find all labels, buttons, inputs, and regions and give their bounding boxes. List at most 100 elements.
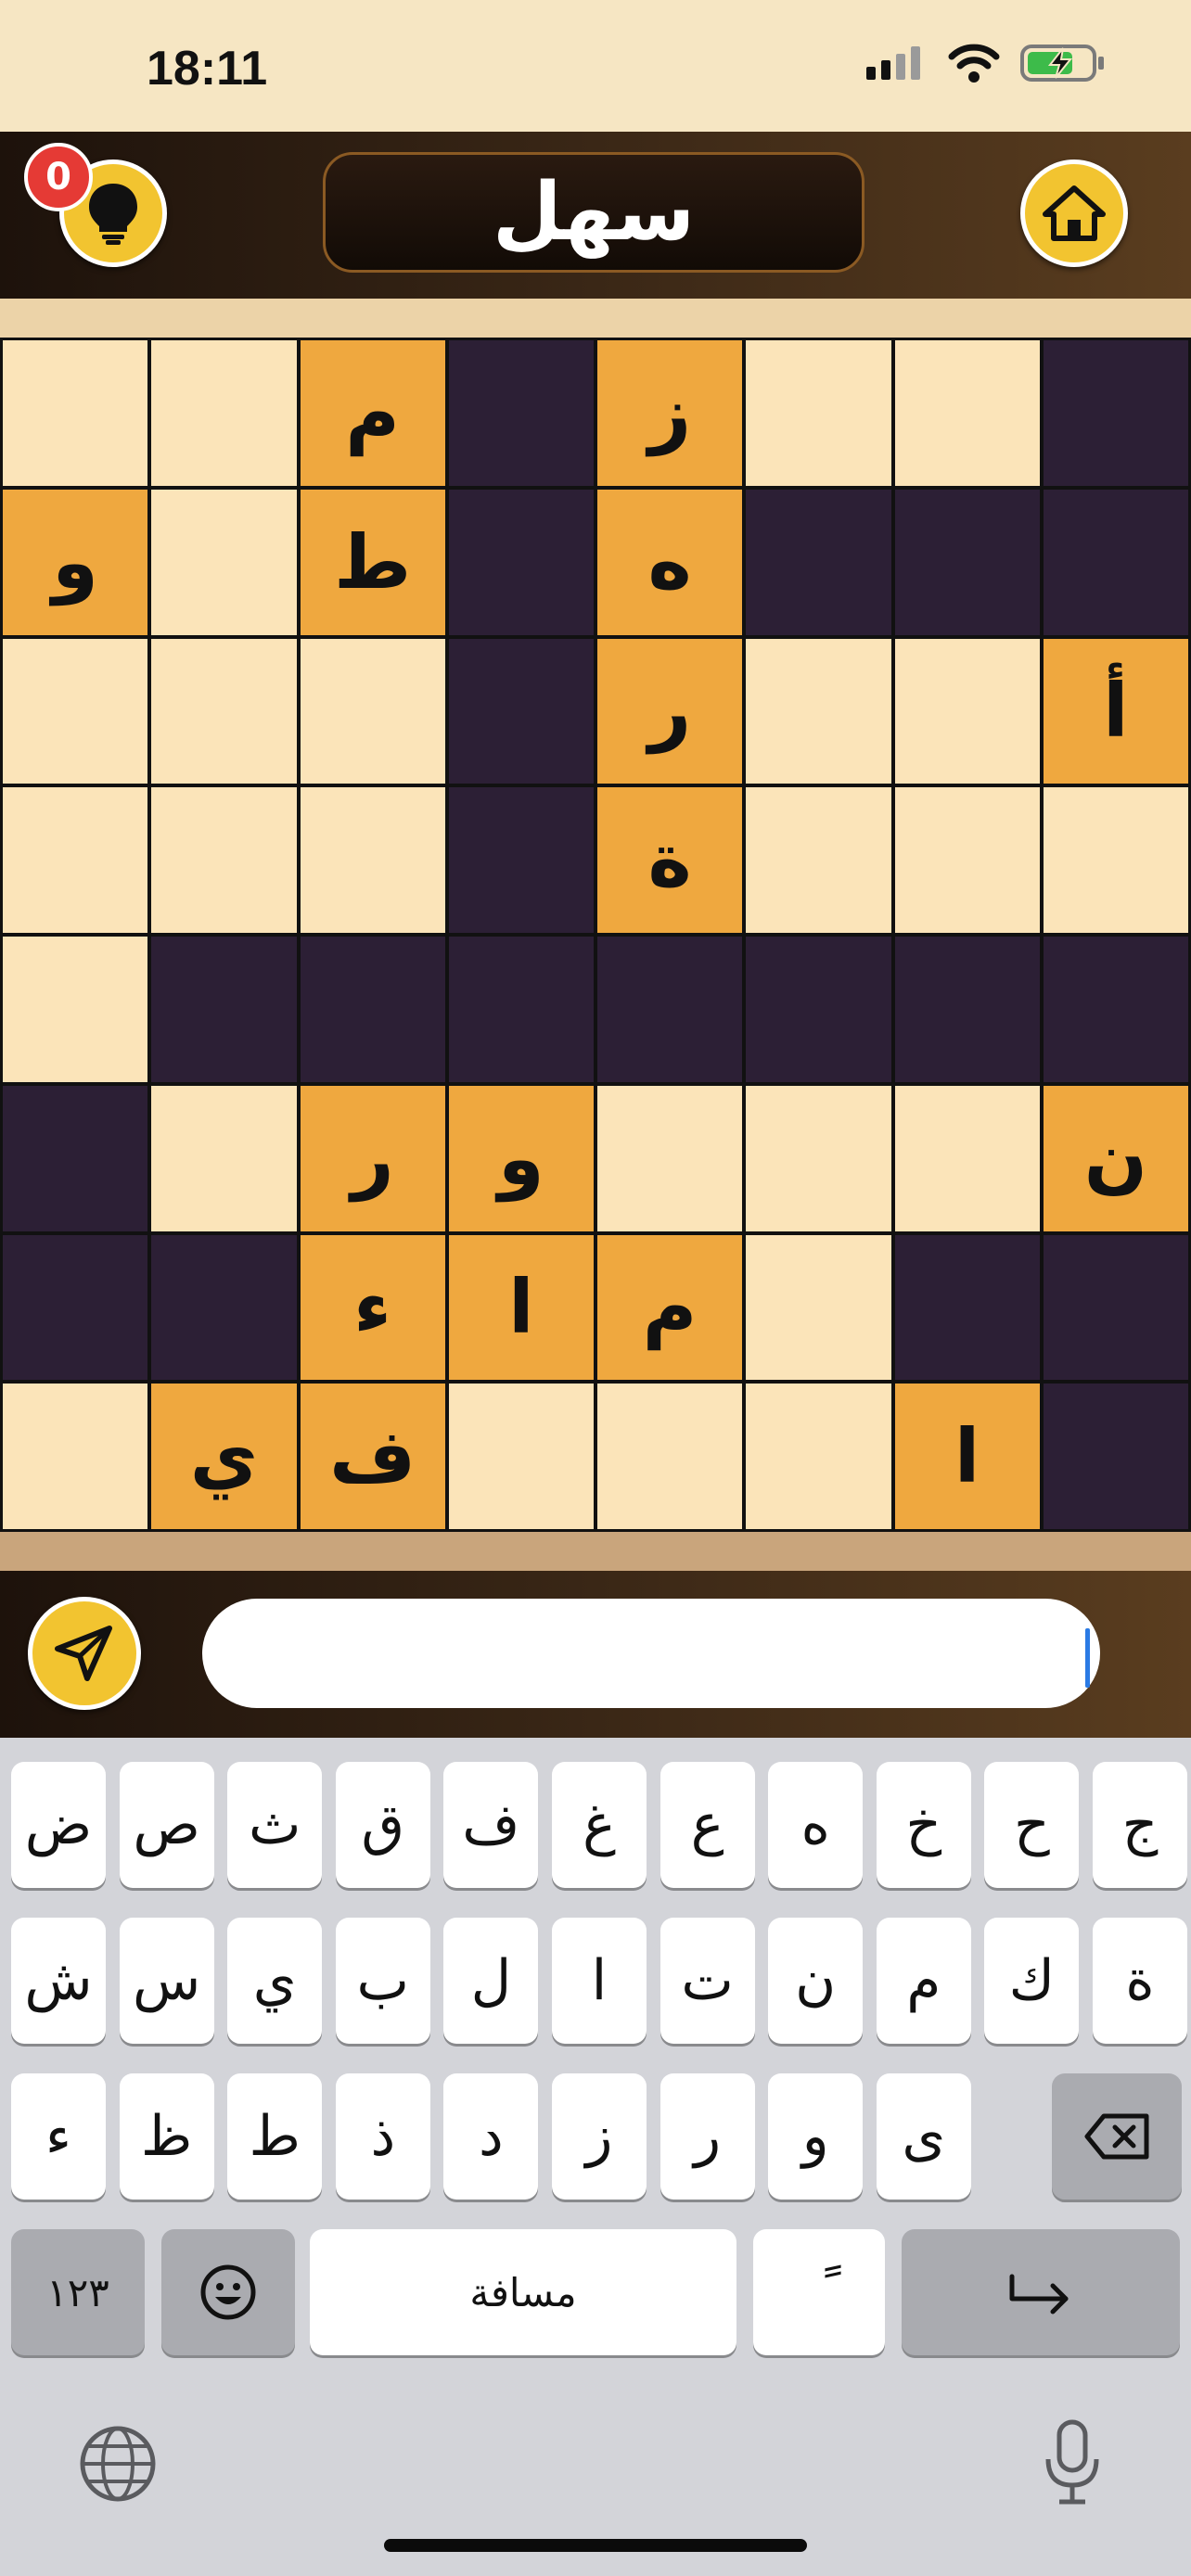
board-cell[interactable]: ا — [448, 1234, 594, 1381]
crossword-board[interactable]: مزوطهرأةرونءاميفا — [0, 338, 1191, 1532]
keyboard-key[interactable]: ا — [552, 1918, 647, 2044]
backspace-icon — [1084, 2113, 1149, 2160]
board-cell[interactable]: ف — [300, 1384, 445, 1529]
keyboard-key[interactable]: ي — [227, 1918, 323, 2044]
backspace-key[interactable] — [1052, 2073, 1182, 2200]
keyboard-row-2: شسيبلاتنمكة — [0, 1918, 1191, 2044]
board-cell[interactable] — [894, 1085, 1040, 1231]
send-button[interactable] — [28, 1597, 141, 1710]
keyboard-key[interactable]: م — [876, 1918, 971, 2044]
keyboard-key[interactable]: ى — [876, 2073, 971, 2200]
board-cell[interactable] — [1043, 787, 1188, 933]
diacritic-key[interactable]: ً — [753, 2229, 885, 2355]
keyboard-key[interactable]: س — [119, 1918, 214, 2044]
text-caret — [1085, 1628, 1090, 1688]
board-cell[interactable]: ر — [597, 638, 743, 784]
keyboard-key[interactable]: ك — [984, 1918, 1080, 2044]
board-cell[interactable]: ه — [597, 489, 743, 635]
space-key[interactable]: مسافة — [310, 2229, 736, 2355]
keyboard-key[interactable]: ح — [984, 1762, 1080, 1888]
board-cell — [746, 937, 891, 1082]
board-cell[interactable]: ة — [597, 787, 743, 933]
keyboard-key[interactable]: ت — [660, 1918, 755, 2044]
board-cell — [1043, 1234, 1188, 1381]
board-cell[interactable] — [746, 1085, 891, 1231]
board-cell[interactable] — [597, 1085, 743, 1231]
keyboard-key[interactable]: ذ — [335, 2073, 430, 2200]
board-cell[interactable] — [300, 787, 445, 933]
board-cell[interactable] — [151, 1085, 297, 1231]
keyboard-key[interactable]: ر — [660, 2073, 755, 2200]
microphone-icon[interactable] — [1043, 2418, 1102, 2507]
board-cell[interactable] — [746, 1384, 891, 1529]
board-cell[interactable]: ر — [300, 1085, 445, 1231]
board-cell[interactable]: و — [448, 1085, 594, 1231]
answer-input[interactable] — [202, 1599, 1100, 1708]
board-cell[interactable]: ا — [894, 1384, 1040, 1529]
numbers-key[interactable]: ١٢٣ — [11, 2229, 145, 2355]
send-icon — [55, 1626, 112, 1681]
return-key[interactable] — [902, 2229, 1180, 2355]
keyboard-key[interactable]: ل — [443, 1918, 539, 2044]
board-cell — [1043, 489, 1188, 635]
keyboard-key[interactable]: ش — [11, 1918, 106, 2044]
board-cell[interactable]: ز — [597, 340, 743, 486]
keyboard-key[interactable]: ه — [768, 1762, 864, 1888]
keyboard-key[interactable]: ء — [11, 2073, 106, 2200]
keyboard-key[interactable]: ة — [1093, 1918, 1187, 2044]
home-indicator — [384, 2539, 807, 2552]
board-cell[interactable]: و — [3, 489, 148, 635]
board-cell[interactable] — [746, 638, 891, 784]
keyboard-key[interactable]: ز — [552, 2073, 647, 2200]
board-cell[interactable] — [894, 340, 1040, 486]
keyboard-key[interactable]: غ — [552, 1762, 647, 1888]
board-cell[interactable] — [894, 638, 1040, 784]
globe-icon[interactable] — [78, 2424, 158, 2504]
board-cell[interactable] — [300, 638, 445, 784]
board-cell[interactable] — [746, 1234, 891, 1381]
keyboard-key[interactable]: ج — [1093, 1762, 1187, 1888]
keyboard-key[interactable]: و — [768, 2073, 864, 2200]
keyboard-key[interactable]: ث — [227, 1762, 323, 1888]
keyboard-key[interactable]: خ — [876, 1762, 971, 1888]
board-cell[interactable]: ء — [300, 1234, 445, 1381]
board-cell[interactable] — [746, 340, 891, 486]
keyboard-key[interactable]: ع — [660, 1762, 755, 1888]
answer-bar — [0, 1571, 1191, 1738]
board-cell[interactable] — [151, 340, 297, 486]
board-cell[interactable] — [3, 937, 148, 1082]
board-cell[interactable] — [151, 787, 297, 933]
board-cell[interactable] — [746, 787, 891, 933]
board-cell — [448, 638, 594, 784]
home-icon — [1043, 185, 1106, 241]
board-cell — [3, 1085, 148, 1231]
board-cell[interactable] — [448, 1384, 594, 1529]
emoji-key[interactable] — [161, 2229, 295, 2355]
board-cell[interactable]: م — [597, 1234, 743, 1381]
status-time: 18:11 — [147, 42, 268, 96]
keyboard-key[interactable]: ص — [119, 1762, 214, 1888]
board-cell[interactable] — [3, 340, 148, 486]
board-cell[interactable] — [151, 638, 297, 784]
home-button[interactable] — [1020, 159, 1128, 267]
board-cell[interactable] — [3, 787, 148, 933]
board-cell[interactable] — [151, 489, 297, 635]
keyboard-key[interactable]: ظ — [119, 2073, 214, 2200]
board-cell[interactable]: ن — [1043, 1085, 1188, 1231]
board-cell[interactable] — [597, 1384, 743, 1529]
board-cell[interactable]: م — [300, 340, 445, 486]
keyboard-key[interactable]: ن — [768, 1918, 864, 2044]
board-cell — [448, 489, 594, 635]
keyboard-key[interactable]: د — [443, 2073, 539, 2200]
keyboard-key[interactable]: ط — [227, 2073, 323, 2200]
board-cell[interactable]: ي — [151, 1384, 297, 1529]
board-cell[interactable]: ط — [300, 489, 445, 635]
board-cell[interactable] — [894, 787, 1040, 933]
board-cell[interactable] — [3, 638, 148, 784]
board-cell[interactable] — [3, 1384, 148, 1529]
keyboard-key[interactable]: ف — [443, 1762, 539, 1888]
keyboard-key[interactable]: ض — [11, 1762, 106, 1888]
board-cell[interactable]: أ — [1043, 638, 1188, 784]
keyboard-key[interactable]: ق — [335, 1762, 430, 1888]
keyboard-key[interactable]: ب — [335, 1918, 430, 2044]
